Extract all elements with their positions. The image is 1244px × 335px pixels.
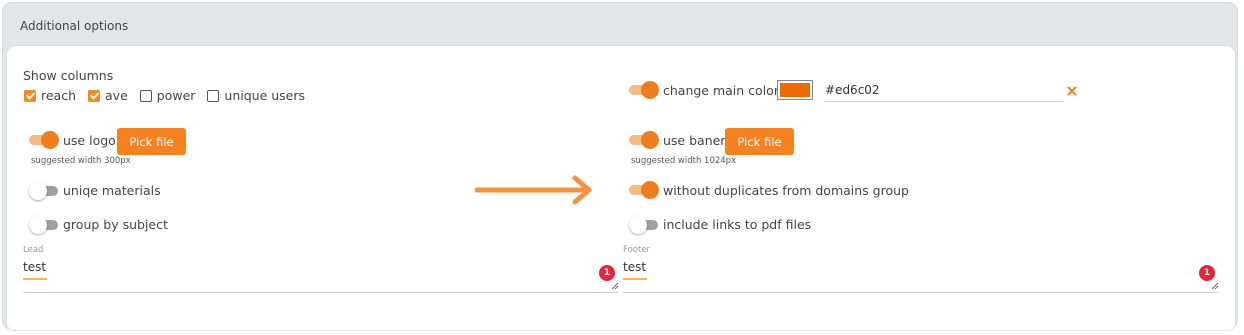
color-swatch[interactable] bbox=[777, 80, 813, 100]
options-content: Show columns reach ave power unique user… bbox=[6, 45, 1236, 331]
use-logo-toggle[interactable] bbox=[27, 131, 59, 149]
pick-baner-file-button[interactable]: Pick file bbox=[725, 128, 794, 155]
use-logo-label: use logo bbox=[63, 133, 116, 148]
lead-textarea[interactable]: test bbox=[23, 260, 46, 274]
checkbox-power-label: power bbox=[156, 88, 196, 103]
columns-checkbox-group: reach ave power unique users bbox=[24, 88, 312, 103]
group-by-subject-label: group by subject bbox=[63, 217, 168, 232]
uniqe-materials-toggle[interactable] bbox=[29, 182, 61, 200]
checkbox-reach[interactable] bbox=[24, 89, 36, 102]
without-duplicates-toggle[interactable] bbox=[627, 181, 659, 199]
lead-resize-handle[interactable] bbox=[611, 282, 619, 290]
uniqe-materials-label: uniqe materials bbox=[63, 183, 161, 198]
pick-logo-file-button[interactable]: Pick file bbox=[117, 128, 186, 155]
checkbox-ave[interactable] bbox=[88, 89, 101, 102]
checkbox-unique-users[interactable] bbox=[207, 89, 220, 102]
show-columns-title: Show columns bbox=[23, 68, 114, 83]
lead-label: Lead bbox=[23, 245, 44, 255]
additional-options-panel: Additional options Show columns reach av… bbox=[2, 2, 1238, 331]
panel-title: Additional options bbox=[20, 19, 129, 33]
baner-width-hint: suggested width 1024px bbox=[631, 156, 737, 166]
checkbox-unique-users-label: unique users bbox=[224, 88, 306, 103]
checkbox-ave-label: ave bbox=[105, 88, 128, 103]
checkbox-reach-label: reach bbox=[41, 88, 77, 103]
color-hex-input-line bbox=[825, 101, 1063, 102]
include-links-label: include links to pdf files bbox=[663, 217, 812, 232]
without-duplicates-label: without duplicates from domains group bbox=[663, 183, 909, 198]
use-baner-toggle[interactable] bbox=[627, 131, 659, 149]
footer-label: Footer bbox=[623, 245, 651, 255]
footer-textarea[interactable]: test bbox=[623, 260, 646, 274]
lead-count-badge: 1 bbox=[599, 265, 615, 281]
logo-width-hint: suggested width 300px bbox=[31, 156, 131, 166]
change-main-color-label: change main color bbox=[663, 83, 779, 98]
color-hex-input[interactable]: #ed6c02 bbox=[825, 83, 880, 97]
include-links-toggle[interactable] bbox=[629, 216, 661, 234]
use-baner-label: use baner bbox=[663, 133, 726, 148]
checkbox-power[interactable] bbox=[139, 89, 152, 102]
lead-text-underline bbox=[23, 278, 47, 280]
group-by-subject-toggle[interactable] bbox=[29, 216, 61, 234]
clear-color-icon[interactable] bbox=[1067, 86, 1077, 96]
footer-field-line bbox=[623, 292, 1218, 293]
lead-field-line bbox=[23, 292, 618, 293]
footer-resize-handle[interactable] bbox=[1211, 282, 1219, 290]
arrow-right-icon bbox=[475, 175, 592, 205]
change-main-color-toggle[interactable] bbox=[627, 81, 659, 99]
footer-text-underline bbox=[623, 278, 647, 280]
footer-count-badge: 1 bbox=[1199, 265, 1215, 281]
